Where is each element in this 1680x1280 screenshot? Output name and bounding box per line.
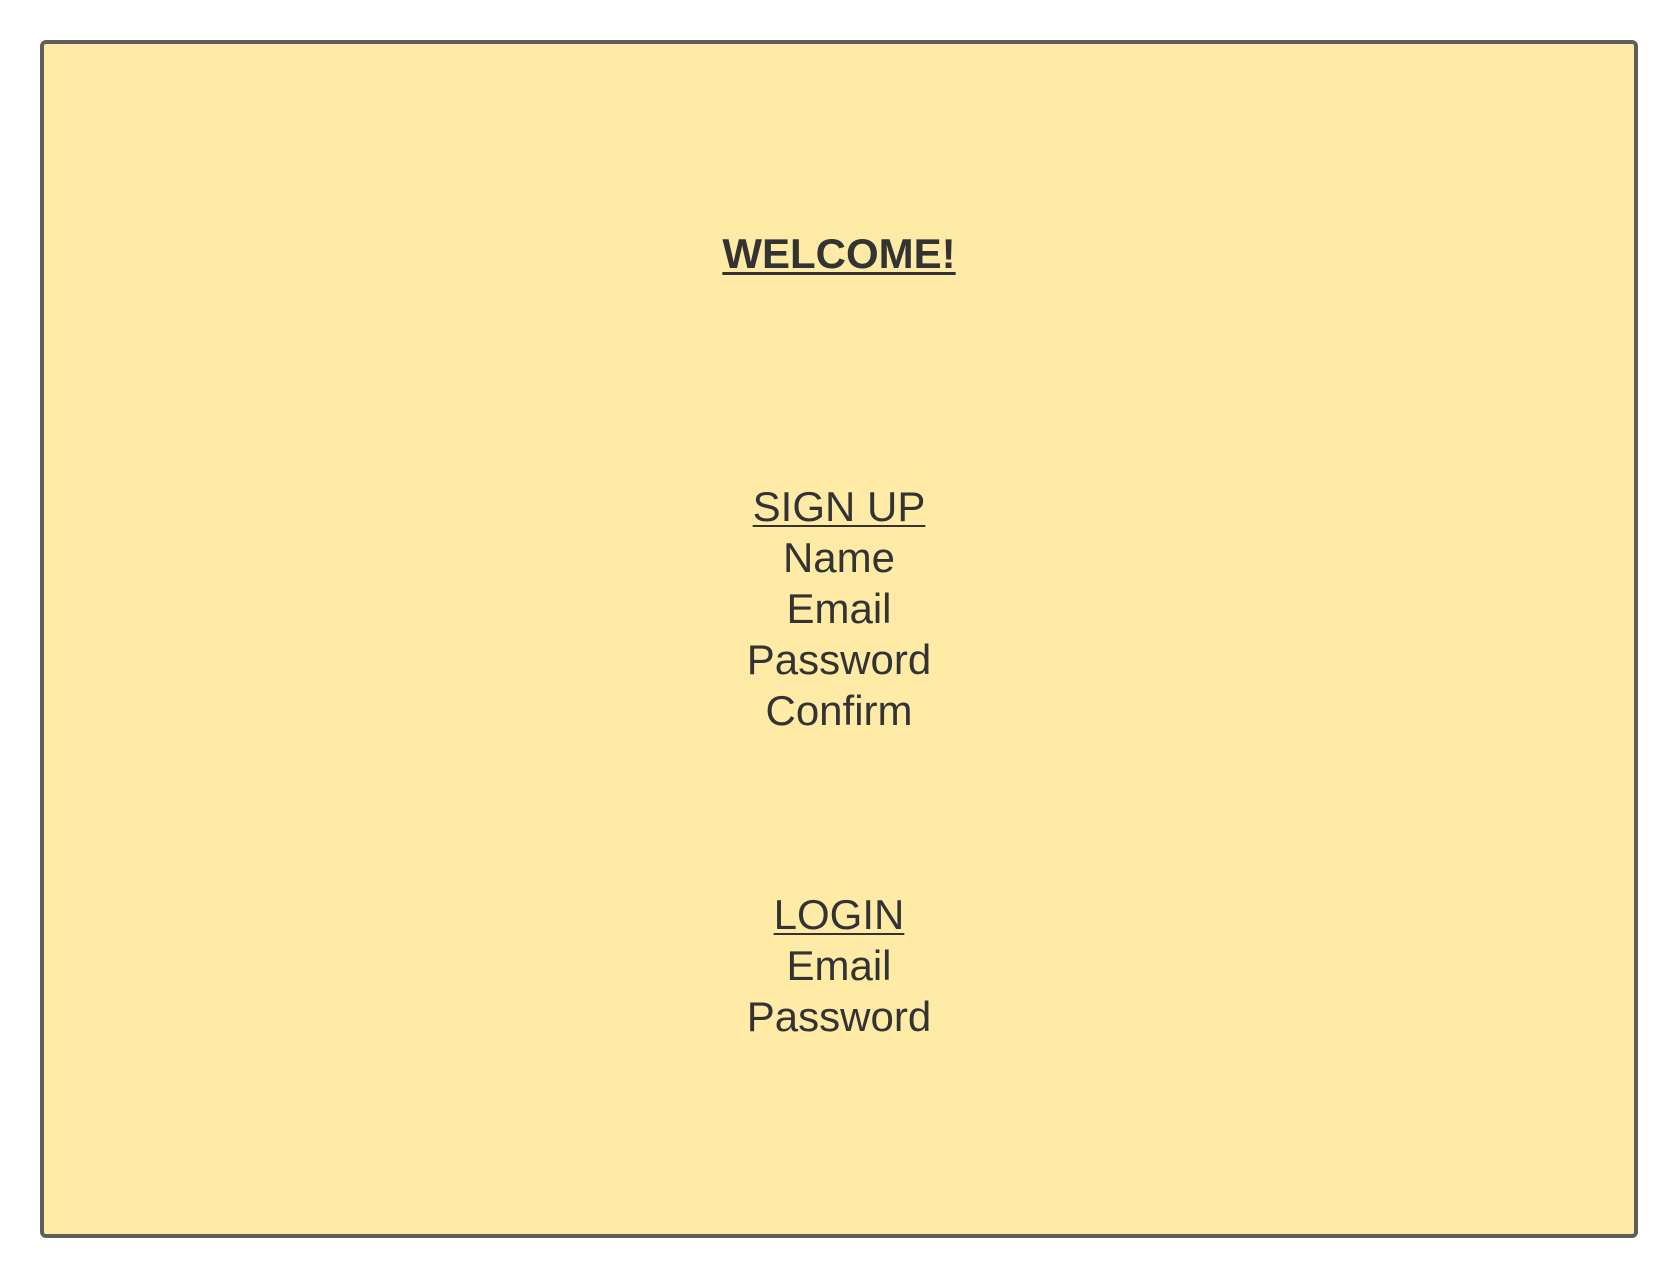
login-heading[interactable]: LOGIN	[44, 890, 1634, 940]
login-password-field[interactable]: Password	[44, 992, 1634, 1042]
welcome-heading: WELCOME!	[722, 230, 956, 277]
signup-confirm-field[interactable]: Confirm	[44, 686, 1634, 736]
login-email-field[interactable]: Email	[44, 941, 1634, 991]
signup-email-field[interactable]: Email	[44, 584, 1634, 634]
signup-password-field[interactable]: Password	[44, 635, 1634, 685]
signup-heading[interactable]: SIGN UP	[44, 482, 1634, 532]
welcome-panel: WELCOME! SIGN UP Name Email Password Con…	[40, 40, 1638, 1238]
signup-name-field[interactable]: Name	[44, 533, 1634, 583]
